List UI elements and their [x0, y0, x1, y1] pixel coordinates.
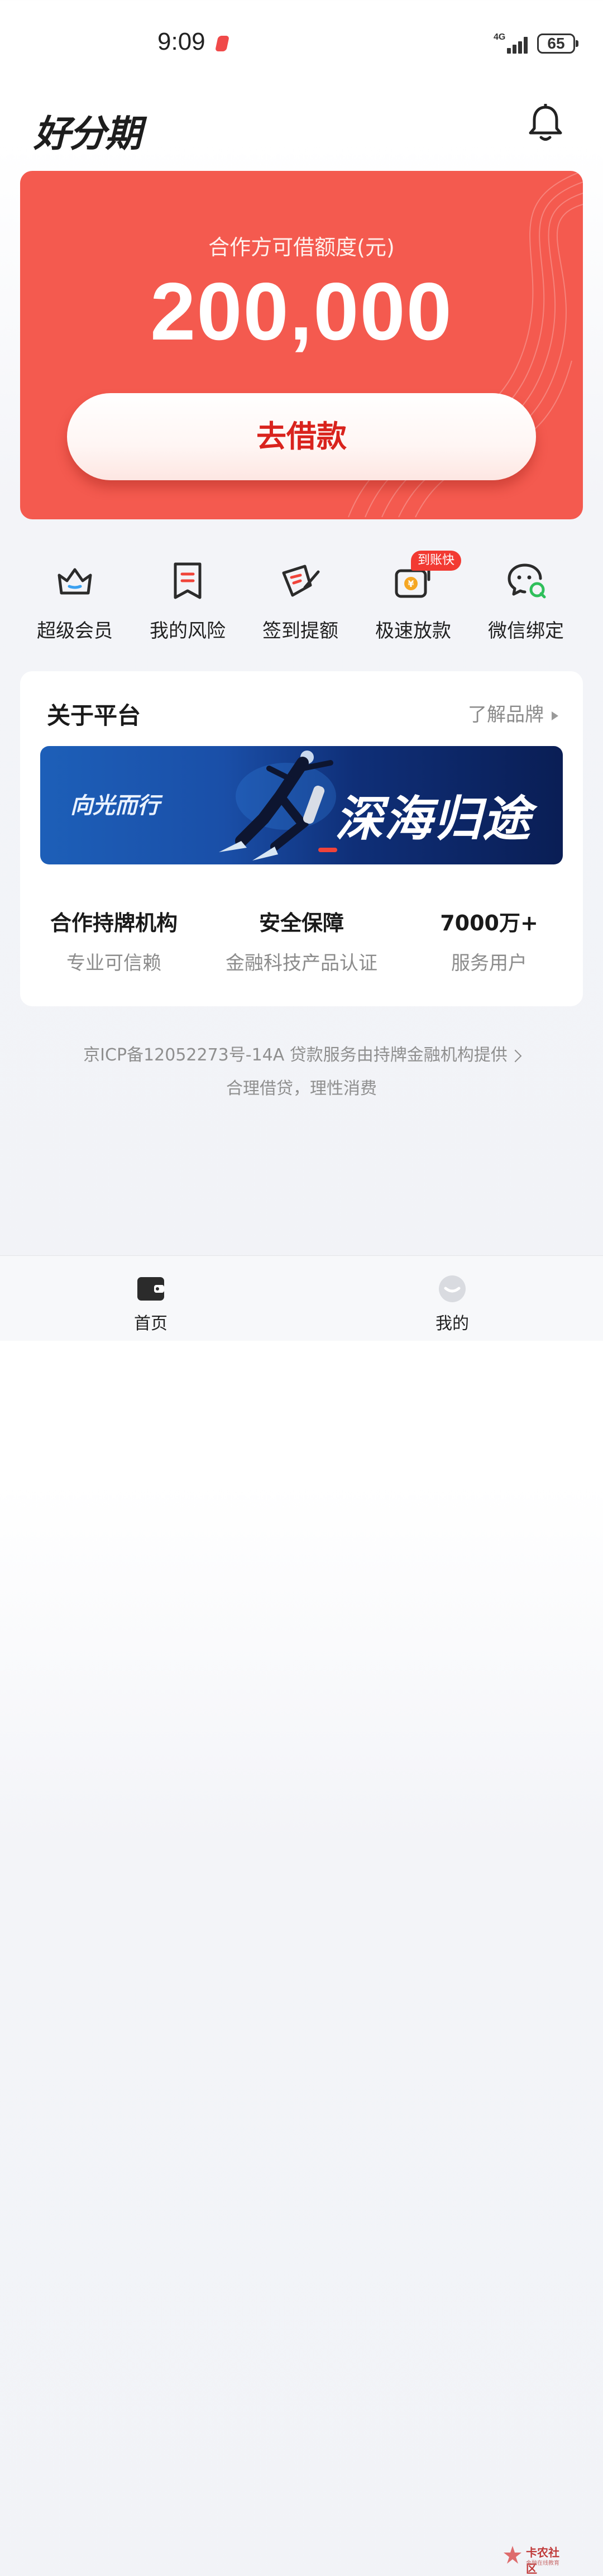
stat-users: 7000万+ 服务用户	[395, 906, 583, 975]
watermark-subtitle: 金融在线教育	[526, 2560, 559, 2567]
notification-dot-icon	[215, 36, 229, 51]
borrow-button[interactable]: 去借款	[67, 393, 536, 480]
quick-actions: 超级会员 我的风险 签到提额 ¥ 到账快 极速放款 微信绑定	[0, 551, 603, 648]
signal-icon: 4G	[494, 32, 530, 56]
action-label: 极速放款	[375, 620, 451, 642]
profile-icon	[439, 1275, 466, 1302]
promo-banner[interactable]: 向光而行 深海归途	[40, 746, 563, 864]
crown-icon	[58, 568, 92, 595]
nav-label: 我的	[436, 1314, 469, 1334]
learn-brand-link[interactable]: 了解品牌	[468, 699, 558, 727]
watermark-logo-icon	[504, 2546, 521, 2564]
bell-icon[interactable]	[527, 103, 564, 143]
nav-label: 首页	[134, 1314, 168, 1334]
triangle-right-icon	[552, 711, 558, 720]
svg-text:¥: ¥	[408, 579, 414, 589]
action-label: 我的风险	[150, 620, 226, 642]
platform-title: 关于平台	[47, 702, 141, 729]
action-label: 签到提额	[262, 620, 338, 642]
status-time: 9:09	[157, 28, 205, 55]
network-type: 4G	[494, 32, 506, 42]
status-bar: 9:09 4G 65	[0, 0, 603, 84]
stat-title: 7000万+	[440, 911, 538, 935]
action-super-member[interactable]: 超级会员	[19, 553, 131, 648]
fast-arrival-badge: 到账快	[411, 551, 462, 571]
action-fast-loan[interactable]: ¥ 到账快 极速放款	[357, 551, 469, 648]
action-label: 微信绑定	[488, 620, 564, 642]
nav-profile[interactable]: 我的	[396, 1256, 508, 1341]
platform-card: 关于平台 了解品牌 向光而行 深海归途 合作持牌机构 专业可信赖 安全保障 金融…	[20, 671, 583, 1006]
diver-illustration	[219, 751, 336, 861]
limit-amount: 200,000	[150, 266, 453, 357]
action-sign-in-raise[interactable]: 签到提额	[245, 553, 356, 648]
chevron-right-icon	[509, 1049, 522, 1062]
learn-brand-label: 了解品牌	[468, 704, 544, 726]
stat-subtitle: 金融科技产品认证	[226, 952, 377, 974]
stat-title: 合作持牌机构	[50, 911, 178, 935]
icp-text: 京ICP备12052273号-14A 贷款服务由持牌金融机构提供	[83, 1045, 508, 1065]
nav-home[interactable]: 首页	[95, 1256, 207, 1341]
action-my-risk[interactable]: 我的风险	[132, 553, 243, 648]
sign-in-pen-icon	[282, 565, 320, 597]
banner-title: 深海归途	[335, 791, 532, 847]
stat-subtitle: 服务用户	[451, 952, 527, 974]
banner-page-indicator	[318, 848, 337, 852]
banner-slogan: 向光而行	[70, 793, 160, 819]
action-label: 超级会员	[37, 620, 113, 642]
icp-license-link[interactable]: 京ICP备12052273号-14A 贷款服务由持牌金融机构提供	[0, 1041, 603, 1065]
stat-licensed-institutions: 合作持牌机构 专业可信赖	[20, 906, 208, 975]
stat-title: 安全保障	[259, 911, 344, 935]
credit-limit-card: 合作方可借额度(元) 200,000 去借款	[20, 171, 583, 519]
responsible-borrowing-slogan: 合理借贷，理性消费	[226, 1079, 377, 1098]
battery-icon: 65	[537, 34, 578, 54]
action-wechat-bind[interactable]: 微信绑定	[470, 553, 582, 648]
wechat-chat-icon	[508, 563, 546, 599]
wallet-icon	[137, 1277, 164, 1301]
stat-security: 安全保障 金融科技产品认证	[208, 906, 395, 975]
stat-subtitle: 专业可信赖	[66, 952, 161, 974]
bookmark-risk-icon	[174, 562, 202, 599]
bottom-nav: 首页 我的 卡农社区 金融在线教育	[0, 1255, 603, 2575]
app-logo: 好分期	[34, 112, 142, 155]
limit-label: 合作方可借额度(元)	[208, 235, 395, 260]
kanong-watermark: 卡农社区 金融在线教育	[502, 2541, 570, 2575]
